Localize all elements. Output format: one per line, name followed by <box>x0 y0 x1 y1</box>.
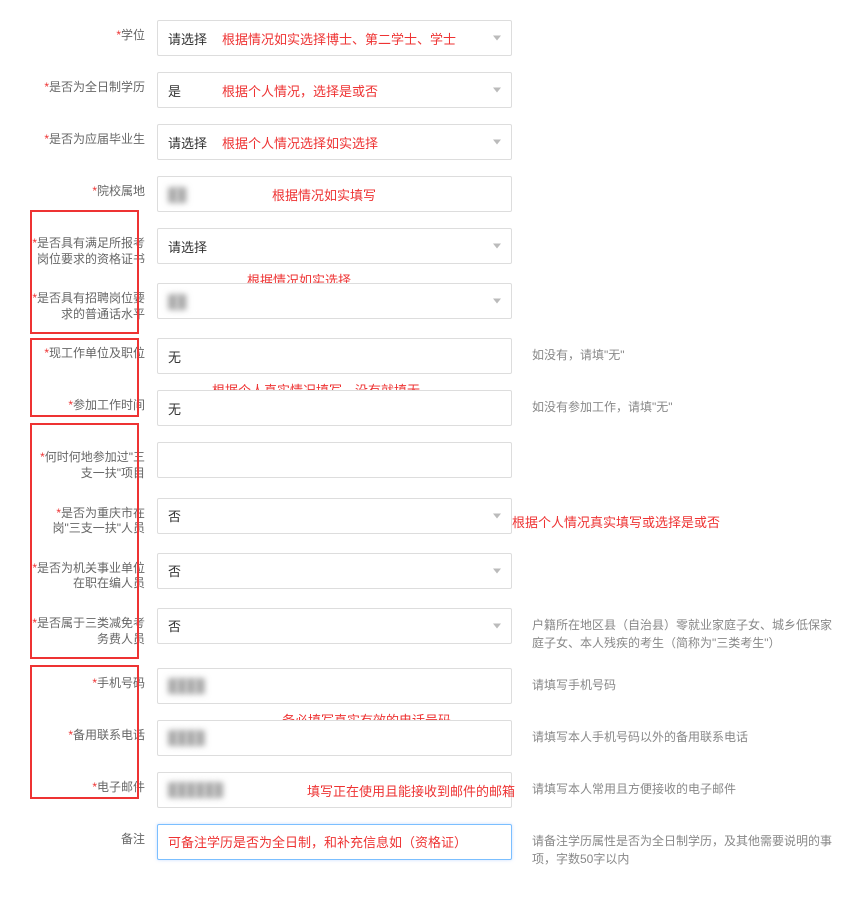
row-school: *院校属地 ██ 根据情况如实填写 <box>30 176 833 212</box>
label-mandarin: *是否具有招聘岗位要求的普通话水平 <box>30 283 157 322</box>
select-fulltime[interactable]: 是 <box>157 72 512 108</box>
hint-email: 请填写本人常用且方便接收的电子邮件 <box>512 772 833 798</box>
hint-remark: 请备注学历属性是否为全日制学历，及其他需要说明的事项，字数50字以内 <box>512 824 833 868</box>
row-qualcert: *是否具有满足所报考岗位要求的资格证书 请选择 根据情况如实选择 <box>30 228 833 267</box>
row-fee-exempt: *是否属于三类减免考务费人员 否 户籍所在地区县（自治县）零就业家庭子女、城乡低… <box>30 608 833 652</box>
row-mandarin: *是否具有招聘岗位要求的普通话水平 ██ <box>30 283 833 322</box>
label-worktime: *参加工作时间 <box>30 390 157 414</box>
row-sanzhi-cq: *是否为重庆市在岗"三支一扶"人员 否 根据个人情况真实填写或选择是或否 <box>30 498 833 537</box>
row-fulltime: *是否为全日制学历 是 根据个人情况，选择是或否 <box>30 72 833 108</box>
label-workunit: *现工作单位及职位 <box>30 338 157 362</box>
row-worktime: *参加工作时间 无 如没有参加工作，请填"无" <box>30 390 833 426</box>
chevron-down-icon <box>493 244 501 249</box>
select-sanzhi-cq[interactable]: 否 <box>157 498 512 534</box>
label-fulltime: *是否为全日制学历 <box>30 72 157 96</box>
input-school[interactable]: ██ <box>157 176 512 212</box>
row-phone: *手机号码 ████ 务必填写真实有效的电话号码 请填写手机号码 <box>30 668 833 704</box>
row-freshgrad: *是否为应届毕业生 请选择 根据个人情况选择如实选择 <box>30 124 833 160</box>
label-remark: 备注 <box>30 824 157 848</box>
label-email: *电子邮件 <box>30 772 157 796</box>
input-backup-phone[interactable]: ████ <box>157 720 512 756</box>
label-degree: *学位 <box>30 20 157 44</box>
select-mandarin[interactable]: ██ <box>157 283 512 319</box>
row-backup-phone: *备用联系电话 ████ 请填写本人手机号码以外的备用联系电话 <box>30 720 833 756</box>
hint-workunit: 如没有，请填"无" <box>512 338 833 364</box>
select-freshgrad[interactable]: 请选择 <box>157 124 512 160</box>
row-email: *电子邮件 ██████ 填写正在使用且能接收到邮件的邮箱 请填写本人常用且方便… <box>30 772 833 808</box>
hint-phone: 请填写手机号码 <box>512 668 833 694</box>
label-qualcert: *是否具有满足所报考岗位要求的资格证书 <box>30 228 157 267</box>
row-degree: *学位 请选择 根据情况如实选择博士、第二学士、学士 <box>30 20 833 56</box>
select-gov-staff[interactable]: 否 <box>157 553 512 589</box>
row-sanzhi-when: *何时何地参加过"三支一扶"项目 <box>30 442 833 481</box>
chevron-down-icon <box>493 299 501 304</box>
chevron-down-icon <box>493 36 501 41</box>
select-fee-exempt[interactable]: 否 <box>157 608 512 644</box>
row-workunit: *现工作单位及职位 无 根据个人真实情况填写，没有就填无 如没有，请填"无" <box>30 338 833 374</box>
row-gov-staff: *是否为机关事业单位在职在编人员 否 <box>30 553 833 592</box>
row-remark: 备注 可备注学历是否为全日制，和补充信息如（资格证） 请备注学历属性是否为全日制… <box>30 824 833 868</box>
hint-backup-phone: 请填写本人手机号码以外的备用联系电话 <box>512 720 833 746</box>
label-freshgrad: *是否为应届毕业生 <box>30 124 157 148</box>
label-school: *院校属地 <box>30 176 157 200</box>
hint-worktime: 如没有参加工作，请填"无" <box>512 390 833 416</box>
chevron-down-icon <box>493 623 501 628</box>
input-sanzhi-when[interactable] <box>157 442 512 478</box>
label-backup-phone: *备用联系电话 <box>30 720 157 744</box>
select-degree[interactable]: 请选择 <box>157 20 512 56</box>
label-gov-staff: *是否为机关事业单位在职在编人员 <box>30 553 157 592</box>
chevron-down-icon <box>493 88 501 93</box>
select-qualcert[interactable]: 请选择 <box>157 228 512 264</box>
chevron-down-icon <box>493 140 501 145</box>
input-worktime[interactable]: 无 <box>157 390 512 426</box>
annot-sanzhi: 根据个人情况真实填写或选择是或否 <box>512 513 720 533</box>
label-fee-exempt: *是否属于三类减免考务费人员 <box>30 608 157 647</box>
chevron-down-icon <box>493 513 501 518</box>
input-remark[interactable]: 可备注学历是否为全日制，和补充信息如（资格证） <box>157 824 512 860</box>
chevron-down-icon <box>493 568 501 573</box>
label-sanzhi-cq: *是否为重庆市在岗"三支一扶"人员 <box>30 498 157 537</box>
label-sanzhi-when: *何时何地参加过"三支一扶"项目 <box>30 442 157 481</box>
input-phone[interactable]: ████ <box>157 668 512 704</box>
label-phone: *手机号码 <box>30 668 157 692</box>
input-email[interactable]: ██████ <box>157 772 512 808</box>
input-workunit[interactable]: 无 <box>157 338 512 374</box>
hint-fee-exempt: 户籍所在地区县（自治县）零就业家庭子女、城乡低保家庭子女、本人残疾的考生（简称为… <box>512 608 833 652</box>
